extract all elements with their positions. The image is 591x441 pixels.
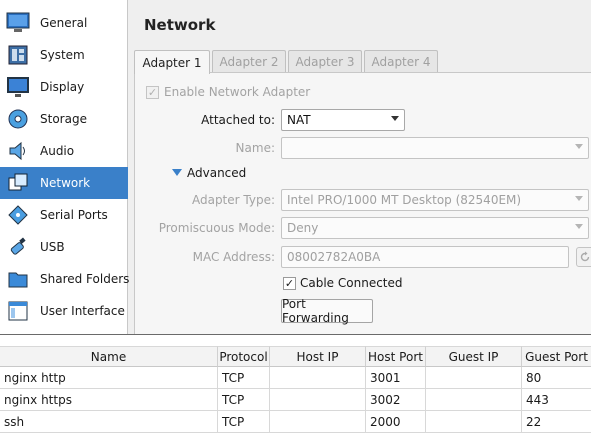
cell-guest-ip [426, 411, 522, 433]
name-select[interactable] [281, 137, 589, 159]
sidebar-item-serial-ports[interactable]: Serial Ports [0, 199, 128, 231]
column-header-guest-port[interactable]: Guest Port [522, 346, 591, 367]
chevron-down-icon [575, 224, 583, 229]
serial-ports-icon [5, 202, 31, 228]
sidebar-item-label: Network [40, 176, 91, 190]
display-icon [5, 74, 31, 100]
mac-address-field[interactable]: 08002782A0BA [281, 246, 569, 268]
refresh-icon [580, 251, 590, 262]
port-forwarding-button[interactable]: Port Forwarding [281, 297, 373, 325]
sidebar-item-shared-folders[interactable]: Shared Folders [0, 263, 130, 295]
attached-to-label: Attached to: [201, 113, 275, 127]
column-header-name[interactable]: Name [0, 346, 218, 367]
promiscuous-mode-select[interactable]: Deny [281, 217, 589, 239]
mac-address-label: MAC Address: [192, 250, 275, 264]
sidebar-item-label: Shared Folders [40, 272, 130, 286]
cell-protocol: TCP [218, 389, 270, 411]
settings-sidebar: General System Display Storage Audio Net… [0, 0, 130, 334]
cell-guest-ip [426, 367, 522, 389]
table-row[interactable]: nginx https TCP 3002 443 [0, 389, 591, 411]
sidebar-item-display[interactable]: Display [0, 71, 128, 103]
audio-icon [5, 138, 31, 164]
sidebar-item-label: User Interface [40, 304, 125, 318]
chevron-down-icon [391, 116, 399, 121]
cell-guest-port: 22 [526, 415, 542, 429]
chevron-down-icon [575, 196, 583, 201]
general-icon [5, 10, 31, 36]
cell-name: nginx https [0, 389, 218, 411]
sidebar-item-network[interactable]: Network [0, 167, 128, 199]
shared-folders-icon [5, 266, 31, 292]
mac-address-value: 08002782A0BA [287, 250, 381, 264]
settings-window: General System Display Storage Audio Net… [0, 0, 591, 441]
cell-name: nginx http [0, 367, 218, 389]
system-icon [5, 42, 31, 68]
cell-host-ip [270, 367, 366, 389]
promiscuous-mode-label: Promiscuous Mode: [158, 221, 275, 235]
port-forwarding-table: Name Protocol Host IP Host Port Guest IP… [0, 334, 591, 441]
tab-adapter-2[interactable]: Adapter 2 [212, 50, 286, 73]
attached-to-value: NAT [287, 113, 311, 127]
promiscuous-mode-value: Deny [287, 221, 319, 235]
expand-triangle-icon[interactable] [172, 169, 182, 176]
attached-to-select[interactable]: NAT [281, 109, 405, 131]
sidebar-item-user-interface[interactable]: User Interface [0, 295, 128, 327]
tab-adapter-4[interactable]: Adapter 4 [364, 50, 438, 73]
enable-adapter-checkbox[interactable]: ✓ [146, 86, 159, 99]
cell-guest-ip [426, 389, 522, 411]
sidebar-item-general[interactable]: General [0, 7, 128, 39]
chevron-down-icon [575, 144, 583, 149]
cell-guest-port: 80 [526, 371, 542, 385]
sidebar-item-usb[interactable]: USB [0, 231, 128, 263]
sidebar-item-label: Storage [40, 112, 87, 126]
column-header-host-port[interactable]: Host Port [366, 346, 426, 367]
advanced-toggle[interactable]: Advanced [187, 166, 246, 180]
column-header-host-ip[interactable]: Host IP [270, 346, 366, 367]
adapter-type-select[interactable]: Intel PRO/1000 MT Desktop (82540EM) [281, 189, 589, 211]
table-row[interactable]: nginx http TCP 3001 80 [0, 367, 591, 389]
sidebar-item-audio[interactable]: Audio [0, 135, 128, 167]
sidebar-item-system[interactable]: System [0, 39, 128, 71]
cell-protocol: TCP [218, 411, 270, 433]
cell-host-port: 3001 [366, 367, 426, 389]
sidebar-item-label: Display [40, 80, 85, 94]
network-icon [5, 170, 31, 196]
sidebar-item-label: USB [40, 240, 65, 254]
cell-host-port: 3002 [366, 389, 426, 411]
cable-connected-checkbox[interactable]: ✓ [283, 277, 296, 290]
refresh-mac-button[interactable] [576, 247, 591, 267]
cable-connected-label: Cable Connected [300, 276, 403, 290]
sidebar-item-label: Audio [40, 144, 75, 158]
sidebar-item-label: General [40, 16, 88, 30]
enable-adapter-label: Enable Network Adapter [164, 85, 311, 99]
cell-name: ssh [0, 411, 218, 433]
column-header-protocol[interactable]: Protocol [218, 346, 270, 367]
table-row[interactable]: ssh TCP 2000 22 [0, 411, 591, 433]
storage-icon [5, 106, 31, 132]
name-label: Name: [235, 141, 275, 155]
sidebar-item-label: Serial Ports [40, 208, 108, 222]
cell-protocol: TCP [218, 367, 270, 389]
usb-icon [5, 234, 31, 260]
cell-host-ip [270, 411, 366, 433]
column-header-guest-ip[interactable]: Guest IP [426, 346, 522, 367]
tab-adapter-3[interactable]: Adapter 3 [288, 50, 362, 73]
cell-host-ip [270, 389, 366, 411]
adapter-type-value: Intel PRO/1000 MT Desktop (82540EM) [287, 193, 522, 207]
user-interface-icon [5, 298, 31, 324]
sidebar-item-storage[interactable]: Storage [0, 103, 128, 135]
tab-adapter-1[interactable]: Adapter 1 [134, 50, 210, 74]
adapter-type-label: Adapter Type: [191, 193, 275, 207]
sidebar-item-label: System [40, 48, 85, 62]
page-title: Network [144, 16, 216, 34]
cell-host-port: 2000 [366, 411, 426, 433]
cell-guest-port: 443 [526, 393, 549, 407]
